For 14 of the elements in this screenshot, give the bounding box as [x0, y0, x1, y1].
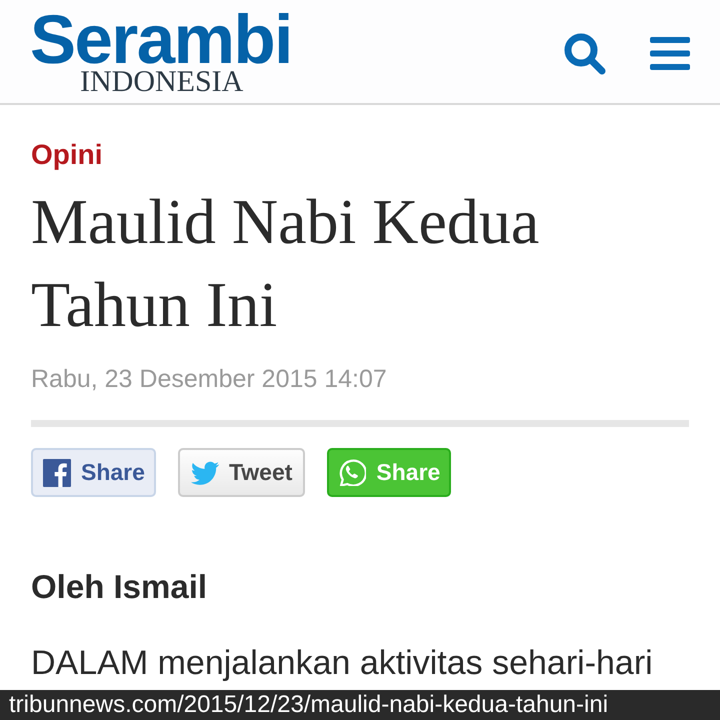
category-label[interactable]: Opini — [31, 138, 689, 172]
publish-date: Rabu, 23 Desember 2015 14:07 — [31, 364, 388, 394]
bird-icon — [190, 460, 219, 484]
url-status-bar: tribunnews.com/2015/12/23/maulid-nabi-kedua-tahun-ini — [0, 690, 720, 720]
article-title: Maulid Nabi Kedua Tahun Ini — [31, 185, 540, 342]
search-icon[interactable] — [564, 32, 606, 74]
author-byline: Oleh Ismail — [31, 567, 208, 607]
facebook-share-button[interactable]: Share — [31, 448, 156, 497]
tweet-button[interactable]: Tweet — [178, 448, 306, 497]
article-paragraph: DALAM menjalankan aktivitas sehari-hari — [31, 643, 654, 683]
chat-bubble-icon — [339, 459, 366, 486]
menu-icon[interactable] — [650, 37, 690, 70]
facebook-icon — [43, 458, 71, 486]
site-logo[interactable]: Serambi INDONESIA — [30, 8, 292, 96]
